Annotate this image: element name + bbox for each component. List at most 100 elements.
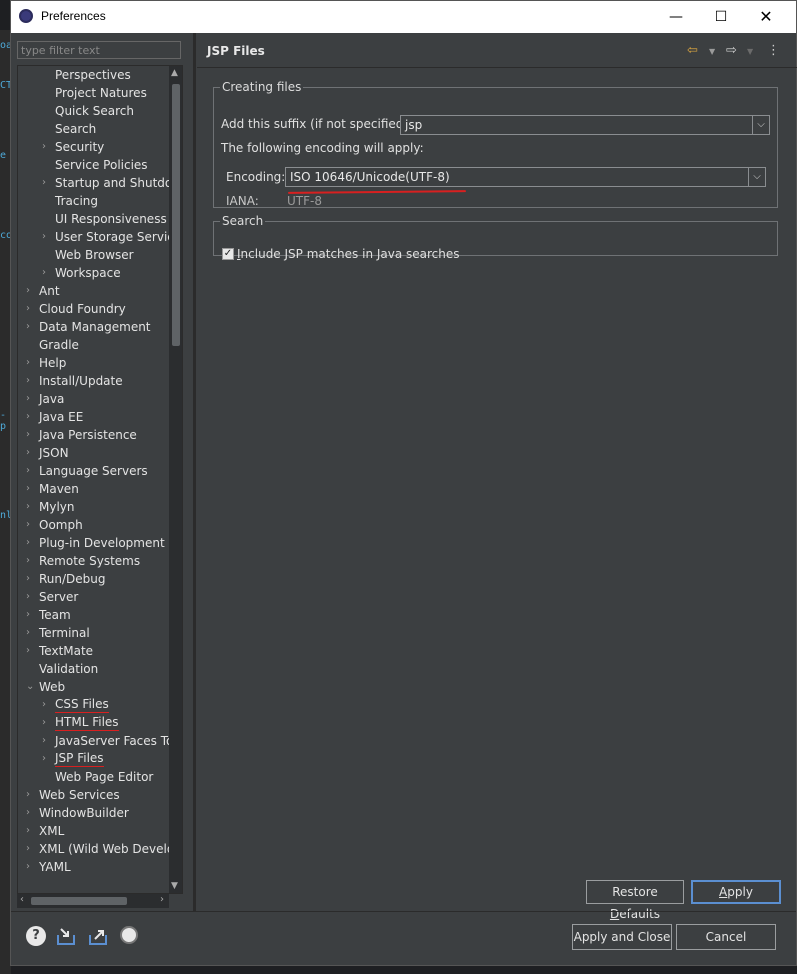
tree-item[interactable]: Tracing xyxy=(18,192,168,210)
tree-item[interactable]: › Ant xyxy=(18,282,168,300)
scroll-up-icon[interactable]: ▲ xyxy=(171,68,178,78)
scroll-right-icon[interactable]: › xyxy=(160,894,164,905)
include-jsp-label[interactable]: Include JSP matches in Java searches xyxy=(237,247,460,261)
chevron-right-icon[interactable]: › xyxy=(42,174,52,192)
chevron-right-icon[interactable]: › xyxy=(42,138,52,156)
export-icon[interactable] xyxy=(88,926,108,946)
tree-item[interactable]: › JavaServer Faces Too xyxy=(18,732,181,750)
chevron-down-icon[interactable]: ⌄ xyxy=(26,678,36,696)
apply-and-close-button[interactable]: Apply and Close xyxy=(572,924,672,950)
help-icon[interactable]: ? xyxy=(26,926,46,946)
chevron-right-icon[interactable]: › xyxy=(26,390,36,408)
chevron-right-icon[interactable]: › xyxy=(26,408,36,426)
tree-horizontal-scrollbar[interactable]: ‹ › xyxy=(17,894,169,908)
chevron-right-icon[interactable]: › xyxy=(26,858,36,876)
chevron-right-icon[interactable]: › xyxy=(26,570,36,588)
chevron-right-icon[interactable]: › xyxy=(42,732,52,750)
chevron-right-icon[interactable]: › xyxy=(26,786,36,804)
apply-button[interactable]: Apply xyxy=(691,880,781,904)
tree-item[interactable]: › Java Persistence xyxy=(18,426,168,444)
suffix-combo[interactable]: jsp ⌵ xyxy=(400,115,770,135)
chevron-right-icon[interactable]: › xyxy=(26,624,36,642)
chevron-right-icon[interactable]: › xyxy=(26,282,36,300)
chevron-right-icon[interactable]: › xyxy=(42,228,52,246)
tree-item[interactable]: Gradle xyxy=(18,336,168,354)
tree-item[interactable]: › Maven xyxy=(18,480,168,498)
tree-item[interactable]: › Startup and Shutdow xyxy=(18,174,182,192)
tree-item[interactable]: › Web Services xyxy=(18,786,168,804)
tree-item[interactable]: › Help xyxy=(18,354,168,372)
chevron-right-icon[interactable]: › xyxy=(42,714,52,732)
import-icon[interactable] xyxy=(56,926,76,946)
tree-item[interactable]: › WindowBuilder xyxy=(18,804,168,822)
chevron-right-icon[interactable]: › xyxy=(26,588,36,606)
chevron-right-icon[interactable]: › xyxy=(26,642,36,660)
forward-arrow-icon[interactable]: ⇨ xyxy=(726,43,737,58)
tree-item[interactable]: Project Natures xyxy=(18,84,168,102)
back-history-dropdown-icon[interactable]: ▼ xyxy=(709,47,715,56)
chevron-right-icon[interactable]: › xyxy=(26,318,36,336)
scroll-down-icon[interactable]: ▼ xyxy=(171,881,178,891)
tree-item[interactable]: Quick Search xyxy=(18,102,168,120)
chevron-right-icon[interactable]: › xyxy=(26,480,36,498)
panel-sash[interactable] xyxy=(193,33,196,911)
encoding-combo[interactable]: ISO 10646/Unicode(UTF-8) ⌵ xyxy=(285,167,766,187)
chevron-right-icon[interactable]: › xyxy=(26,822,36,840)
chevron-right-icon[interactable]: › xyxy=(26,354,36,372)
tree-item[interactable]: › Terminal xyxy=(18,624,168,642)
tree-item[interactable]: › Java xyxy=(18,390,168,408)
restore-defaults-button[interactable]: Restore Defaults xyxy=(586,880,684,921)
chevron-right-icon[interactable]: › xyxy=(26,606,36,624)
tree-item[interactable]: › YAML xyxy=(18,858,168,876)
chevron-right-icon[interactable]: › xyxy=(26,444,36,462)
chevron-right-icon[interactable]: › xyxy=(26,426,36,444)
tree-item[interactable]: Web Browser xyxy=(18,246,168,264)
chevron-right-icon[interactable]: › xyxy=(26,516,36,534)
oomph-record-icon[interactable] xyxy=(120,926,138,944)
tree-item[interactable]: › Java EE xyxy=(18,408,168,426)
tree-item[interactable]: Service Policies xyxy=(18,156,168,174)
tree-item[interactable]: › Language Servers xyxy=(18,462,168,480)
tree-item[interactable]: › Cloud Foundry xyxy=(18,300,168,318)
tree-item[interactable]: Perspectives xyxy=(18,66,168,84)
chevron-right-icon[interactable]: › xyxy=(26,552,36,570)
maximize-button[interactable]: ☐ xyxy=(701,5,741,29)
tree-item[interactable]: › XML xyxy=(18,822,168,840)
tree-item[interactable]: › JSON xyxy=(18,444,168,462)
scrollbar-thumb[interactable] xyxy=(172,84,180,346)
tree-item[interactable]: › TextMate xyxy=(18,642,168,660)
chevron-right-icon[interactable]: › xyxy=(42,264,52,282)
close-button[interactable]: ✕ xyxy=(746,5,786,29)
tree-vertical-scrollbar[interactable]: ▲ ▼ xyxy=(169,66,182,893)
tree-item[interactable]: › Security xyxy=(18,138,168,156)
scroll-left-icon[interactable]: ‹ xyxy=(20,894,24,905)
tree-item[interactable]: › Plug-in Development xyxy=(18,534,168,552)
tree-item[interactable]: › Remote Systems xyxy=(18,552,168,570)
chevron-right-icon[interactable]: › xyxy=(26,840,36,858)
chevron-right-icon[interactable]: › xyxy=(42,696,52,714)
chevron-down-icon[interactable]: ⌵ xyxy=(752,116,769,134)
include-jsp-checkbox[interactable]: ✓ xyxy=(222,248,234,260)
back-arrow-icon[interactable]: ⇦ xyxy=(687,43,698,58)
cancel-button[interactable]: Cancel xyxy=(676,924,776,950)
chevron-right-icon[interactable]: › xyxy=(26,534,36,552)
chevron-right-icon[interactable]: › xyxy=(26,804,36,822)
tree-item[interactable]: › User Storage Service xyxy=(18,228,181,246)
tree-item[interactable]: UI Responsiveness M xyxy=(18,210,181,228)
chevron-right-icon[interactable]: › xyxy=(26,462,36,480)
chevron-right-icon[interactable]: › xyxy=(26,498,36,516)
forward-history-dropdown-icon[interactable]: ▼ xyxy=(747,47,753,56)
tree-item[interactable]: › XML (Wild Web Develop xyxy=(18,840,182,858)
filter-input[interactable]: type filter text xyxy=(17,41,181,59)
tree-item[interactable]: › Oomph xyxy=(18,516,168,534)
tree-item[interactable]: Web Page Editor xyxy=(18,768,168,786)
tree-item[interactable]: › Mylyn xyxy=(18,498,168,516)
tree-item[interactable]: › Data Management xyxy=(18,318,168,336)
chevron-right-icon[interactable]: › xyxy=(26,300,36,318)
tree-item[interactable]: › JSP Files xyxy=(18,750,168,768)
tree-item[interactable]: Search xyxy=(18,120,168,138)
tree-item[interactable]: Validation xyxy=(18,660,168,678)
chevron-down-icon[interactable]: ⌵ xyxy=(748,168,765,186)
chevron-right-icon[interactable]: › xyxy=(26,372,36,390)
tree-item[interactable]: › HTML Files xyxy=(18,714,168,732)
